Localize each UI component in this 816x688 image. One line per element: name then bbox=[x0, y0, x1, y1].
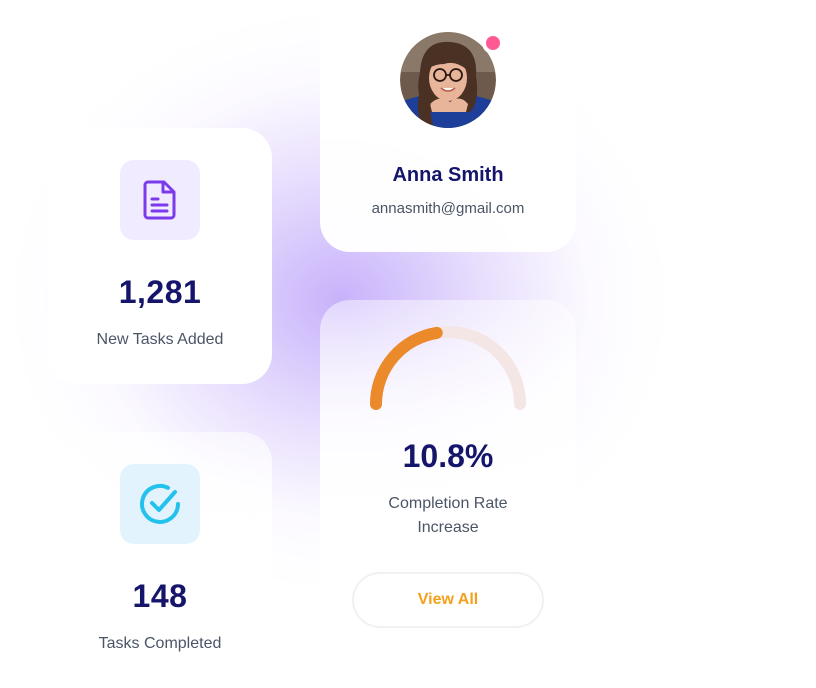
completion-gauge bbox=[370, 326, 526, 410]
tasks-completed-icon-box bbox=[120, 464, 200, 544]
gauge-fill bbox=[370, 326, 443, 410]
gauge-track bbox=[370, 326, 526, 410]
document-icon bbox=[143, 180, 176, 220]
completion-rate-card: 10.8% Completion Rate Increase View All bbox=[320, 300, 576, 660]
tasks-completed-count: 148 bbox=[132, 578, 188, 614]
view-all-button[interactable]: View All bbox=[352, 572, 544, 628]
tasks-completed-label: Tasks Completed bbox=[98, 635, 222, 652]
online-status-dot bbox=[482, 32, 504, 54]
tasks-added-count: 1,281 bbox=[118, 274, 202, 310]
profile-email: annasmith@gmail.com bbox=[371, 200, 525, 217]
profile-name: Anna Smith bbox=[392, 164, 504, 186]
check-circle-icon bbox=[140, 483, 180, 524]
completion-rate-value: 10.8% bbox=[402, 438, 494, 474]
avatar-wrapper bbox=[400, 32, 504, 128]
completion-rate-label: Completion Rate Increase bbox=[388, 495, 508, 536]
tasks-added-card: 1,281 New Tasks Added bbox=[48, 128, 272, 384]
tasks-added-icon-box bbox=[120, 160, 200, 240]
tasks-added-label: New Tasks Added bbox=[96, 331, 224, 348]
tasks-completed-card: 148 Tasks Completed bbox=[48, 432, 272, 688]
profile-card: Anna Smith annasmith@gmail.com bbox=[320, 0, 576, 252]
